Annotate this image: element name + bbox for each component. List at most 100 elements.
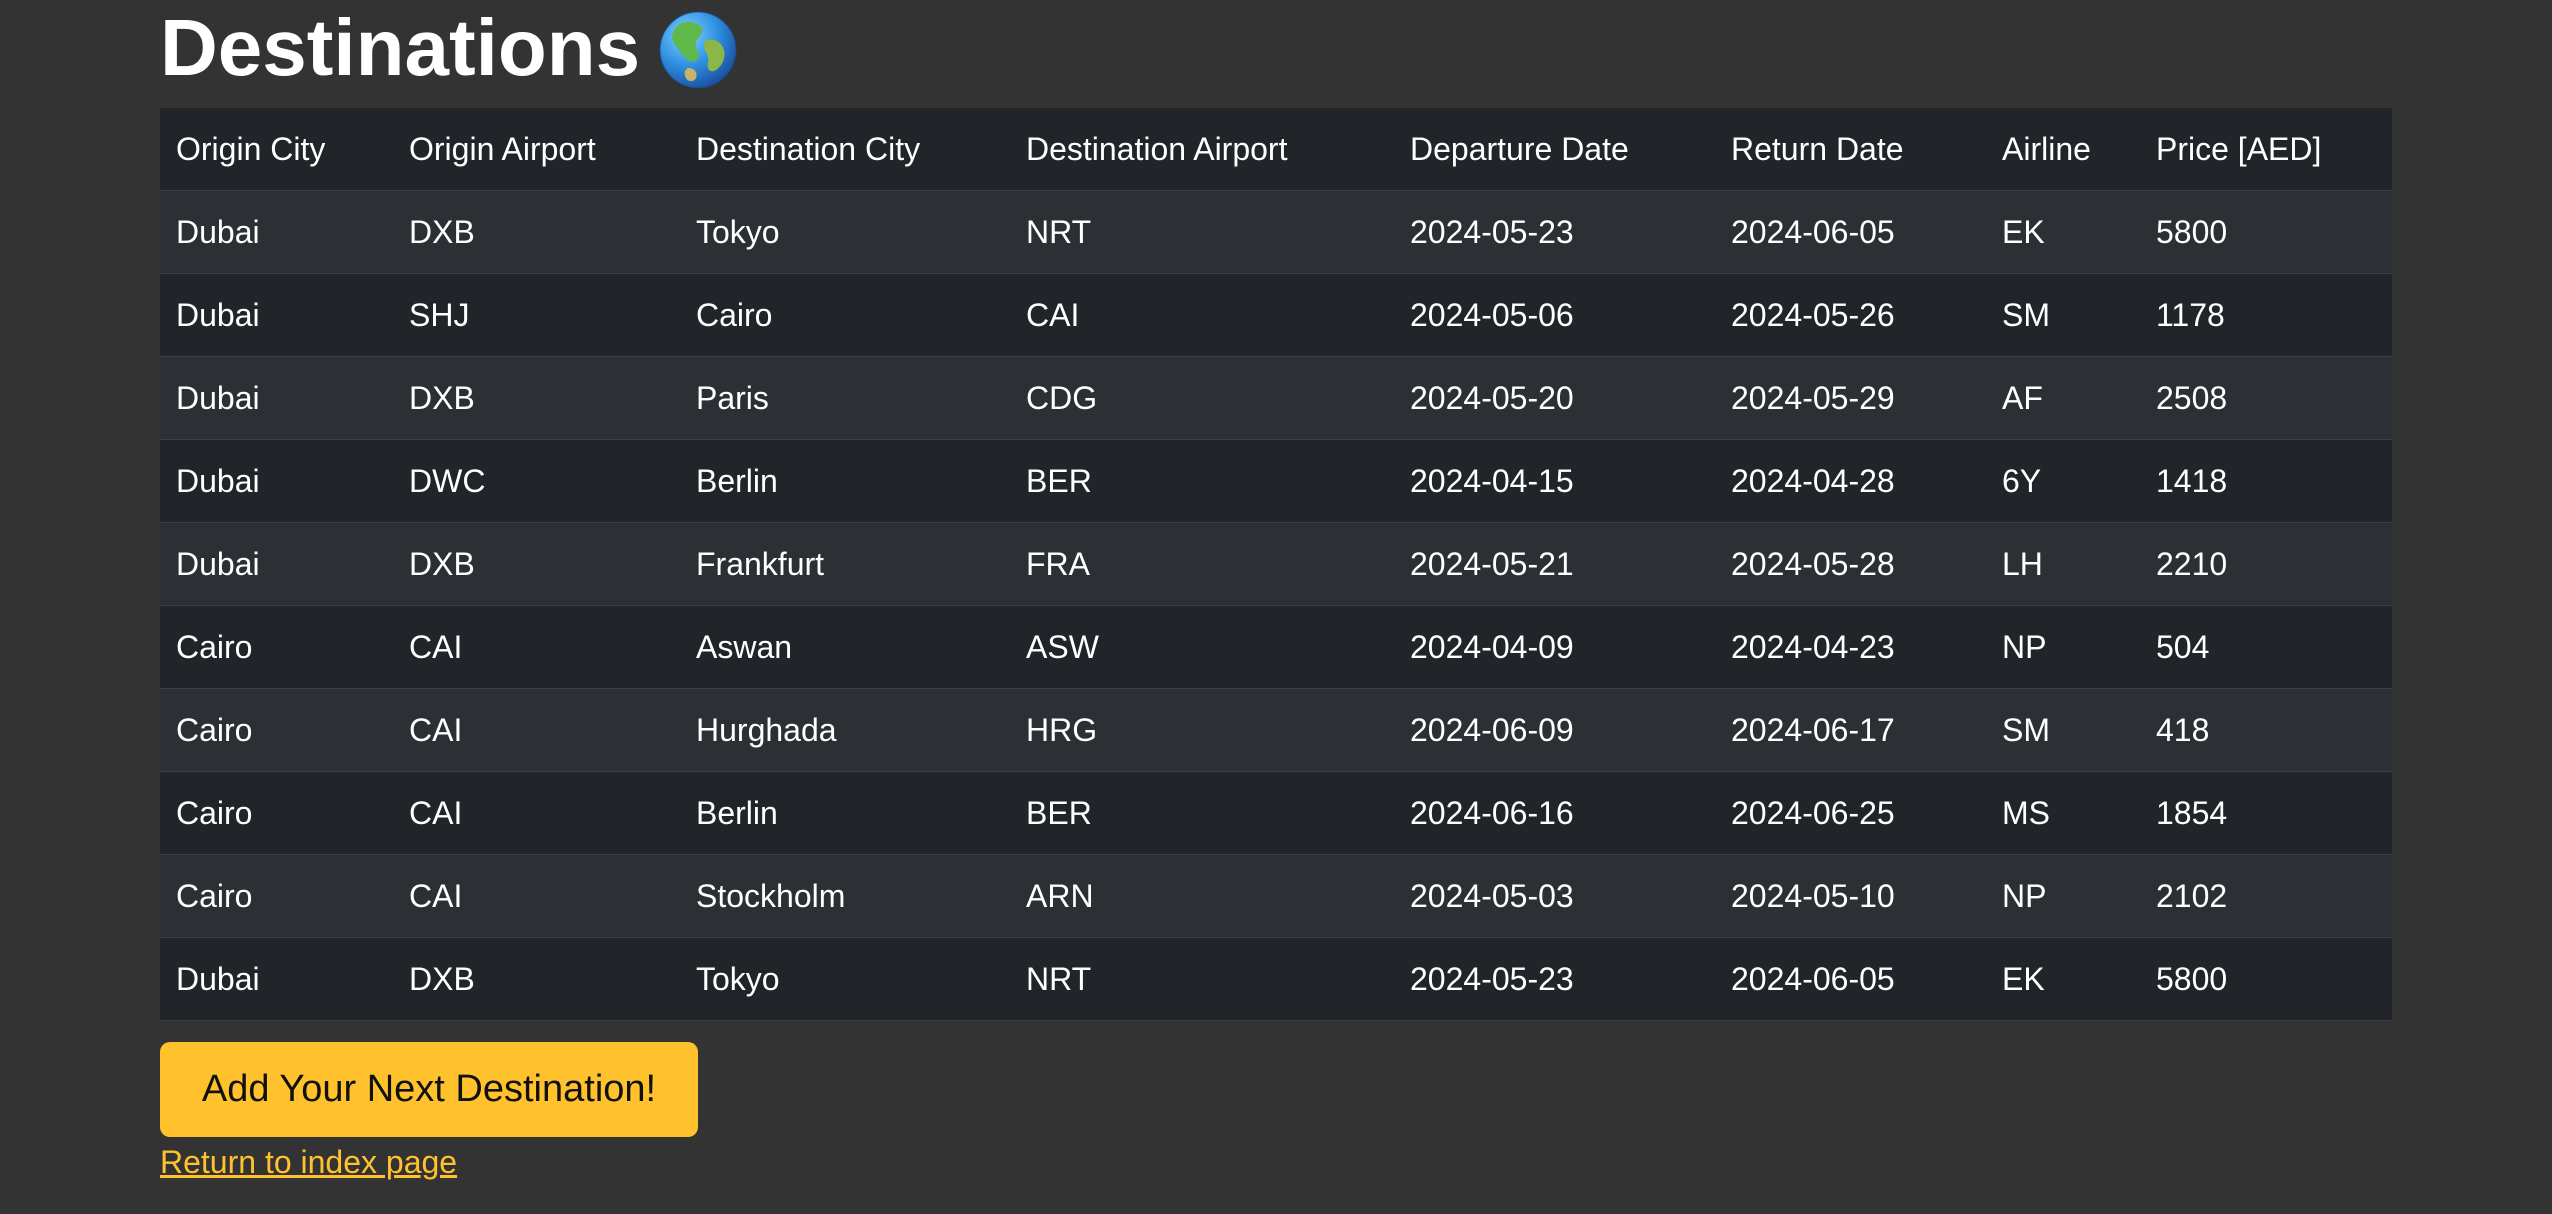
cell-destination-airport: CAI [1010,273,1394,357]
cell-return-date: 2024-04-28 [1715,439,1986,523]
table-row: Cairo CAI Hurghada HRG 2024-06-09 2024-06-17 S… [160,688,2392,772]
cell-origin-city: Dubai [160,522,393,606]
cell-airline: SM [1986,688,2140,772]
header-origin-airport: Origin Airport [393,108,680,191]
cell-origin-city: Dubai [160,190,393,274]
cell-departure-date: 2024-05-06 [1394,273,1715,357]
table-row: Cairo CAI Aswan ASW 2024-04-09 2024-04-23 NP 50… [160,605,2392,689]
cell-return-date: 2024-04-23 [1715,605,1986,689]
cell-airline: AF [1986,356,2140,440]
cell-destination-city: Tokyo [680,190,1010,274]
cell-origin-airport: DWC [393,439,680,523]
cell-price: 5800 [2140,937,2392,1021]
cell-destination-city: Paris [680,356,1010,440]
cell-departure-date: 2024-06-16 [1394,771,1715,855]
cell-price: 504 [2140,605,2392,689]
cell-destination-city: Tokyo [680,937,1010,1021]
cell-price: 2210 [2140,522,2392,606]
cell-airline: NP [1986,605,2140,689]
header-origin-city: Origin City [160,108,393,191]
cell-price: 1418 [2140,439,2392,523]
cell-departure-date: 2024-06-09 [1394,688,1715,772]
table-row: Dubai DXB Tokyo NRT 2024-05-23 2024-06-05 EK 58… [160,937,2392,1021]
cell-airline: SM [1986,273,2140,357]
cell-origin-airport: CAI [393,605,680,689]
destinations-table: Origin City Origin Airport Destination C… [160,108,2392,1021]
cell-airline: EK [1986,190,2140,274]
cell-price: 1178 [2140,273,2392,357]
title-row: Destinations [160,0,738,96]
table-row: Dubai DXB Frankfurt FRA 2024-05-21 2024-05-28… [160,522,2392,606]
globe-icon [658,10,738,90]
cell-departure-date: 2024-05-23 [1394,937,1715,1021]
cell-destination-city: Berlin [680,771,1010,855]
cell-origin-city: Cairo [160,771,393,855]
cell-destination-city: Cairo [680,273,1010,357]
cell-return-date: 2024-05-10 [1715,854,1986,938]
page-title: Destinations [160,3,641,92]
cell-destination-airport: ARN [1010,854,1394,938]
cell-origin-airport: DXB [393,190,680,274]
table-row: Cairo CAI Berlin BER 2024-06-16 2024-06-25 MS 1… [160,771,2392,855]
cell-departure-date: 2024-05-03 [1394,854,1715,938]
cell-airline: 6Y [1986,439,2140,523]
cell-origin-city: Dubai [160,439,393,523]
cell-destination-airport: HRG [1010,688,1394,772]
cell-origin-airport: SHJ [393,273,680,357]
cell-destination-city: Aswan [680,605,1010,689]
cell-departure-date: 2024-04-09 [1394,605,1715,689]
cell-price: 1854 [2140,771,2392,855]
cell-destination-airport: NRT [1010,937,1394,1021]
cell-origin-airport: DXB [393,522,680,606]
cell-destination-city: Stockholm [680,854,1010,938]
table-row: Dubai DXB Paris CDG 2024-05-20 2024-05-29 AF 25… [160,356,2392,440]
cell-departure-date: 2024-05-20 [1394,356,1715,440]
header-departure-date: Departure Date [1394,108,1715,191]
cell-return-date: 2024-05-29 [1715,356,1986,440]
table-row: Cairo CAI Stockholm ARN 2024-05-03 2024-05-10… [160,854,2392,938]
destinations-table-wrapper: Origin City Origin Airport Destination C… [160,108,2392,1021]
cell-origin-city: Cairo [160,605,393,689]
cell-price: 2102 [2140,854,2392,938]
cell-departure-date: 2024-05-23 [1394,190,1715,274]
cell-origin-airport: CAI [393,771,680,855]
header-destination-city: Destination City [680,108,1010,191]
header-destination-airport: Destination Airport [1010,108,1394,191]
table-row: Dubai SHJ Cairo CAI 2024-05-06 2024-05-26 SM 11… [160,273,2392,357]
cell-destination-airport: BER [1010,439,1394,523]
cell-destination-city: Berlin [680,439,1010,523]
cell-airline: LH [1986,522,2140,606]
cell-return-date: 2024-06-17 [1715,688,1986,772]
cell-destination-airport: NRT [1010,190,1394,274]
cell-origin-airport: CAI [393,688,680,772]
return-to-index-link[interactable]: Return to index page [160,1140,457,1184]
cell-price: 418 [2140,688,2392,772]
cell-airline: NP [1986,854,2140,938]
table-body: Dubai DXB Tokyo NRT 2024-05-23 2024-06-05 EK 58… [160,190,2392,1021]
cell-origin-city: Cairo [160,854,393,938]
cell-destination-airport: FRA [1010,522,1394,606]
cell-price: 5800 [2140,190,2392,274]
cell-destination-airport: BER [1010,771,1394,855]
cell-return-date: 2024-06-25 [1715,771,1986,855]
table-row: Dubai DXB Tokyo NRT 2024-05-23 2024-06-05 EK 58… [160,190,2392,274]
cell-origin-city: Dubai [160,273,393,357]
cell-destination-airport: CDG [1010,356,1394,440]
destinations-page: Destinations Origin City Origin Airport … [0,0,2552,1214]
cell-destination-city: Hurghada [680,688,1010,772]
cell-origin-airport: CAI [393,854,680,938]
cell-origin-airport: DXB [393,356,680,440]
cell-origin-city: Dubai [160,937,393,1021]
cell-departure-date: 2024-04-15 [1394,439,1715,523]
cell-return-date: 2024-05-26 [1715,273,1986,357]
table-row: Dubai DWC Berlin BER 2024-04-15 2024-04-28 6Y 1… [160,439,2392,523]
cell-return-date: 2024-05-28 [1715,522,1986,606]
cell-departure-date: 2024-05-21 [1394,522,1715,606]
header-price: Price [AED] [2140,108,2392,191]
cell-airline: EK [1986,937,2140,1021]
add-destination-button[interactable]: Add Your Next Destination! [160,1042,698,1137]
header-airline: Airline [1986,108,2140,191]
table-header-row: Origin City Origin Airport Destination C… [160,108,2392,191]
cell-origin-city: Cairo [160,688,393,772]
cell-airline: MS [1986,771,2140,855]
